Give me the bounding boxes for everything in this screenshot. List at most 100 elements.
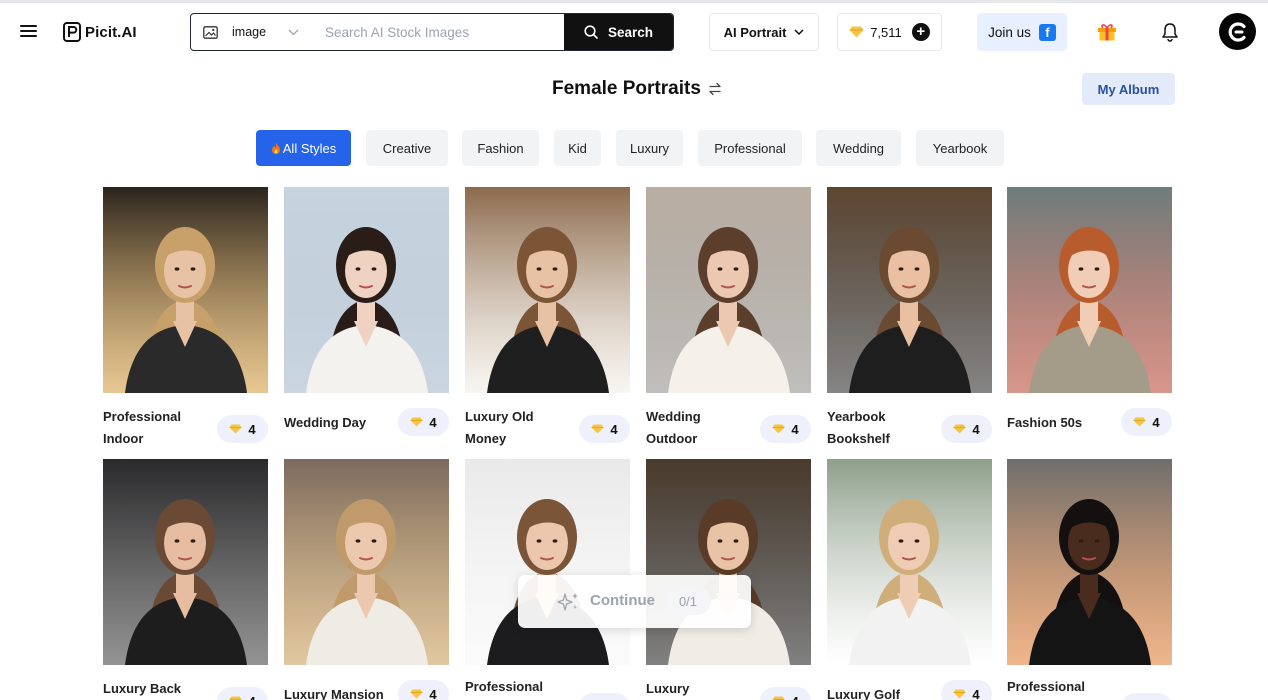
portrait-title[interactable]: Luxury Back Seat bbox=[103, 678, 203, 700]
cost-value: 4 bbox=[791, 694, 798, 700]
cost-badge[interactable]: 4 bbox=[579, 415, 630, 443]
search-bar: image Search bbox=[190, 13, 674, 51]
tab-yearbook[interactable]: Yearbook bbox=[916, 130, 1004, 166]
search-button[interactable]: Search bbox=[564, 14, 673, 50]
portrait-card[interactable]: Professional 4 bbox=[1007, 459, 1172, 700]
portrait-thumbnail[interactable] bbox=[827, 459, 992, 665]
portrait-thumbnail[interactable] bbox=[1007, 187, 1172, 393]
portrait-thumbnail[interactable] bbox=[827, 187, 992, 393]
cost-badge[interactable]: 4 bbox=[217, 687, 268, 700]
cost-value: 4 bbox=[610, 421, 618, 437]
portrait-thumbnail[interactable] bbox=[103, 459, 268, 665]
portrait-card[interactable]: Luxury Back Seat 4 bbox=[103, 459, 268, 700]
cost-value: 4 bbox=[429, 686, 437, 700]
portrait-thumbnail[interactable] bbox=[646, 187, 811, 393]
add-credits-icon[interactable]: + bbox=[911, 23, 930, 41]
portrait-card[interactable]: Fashion 50s 4 bbox=[1007, 187, 1172, 436]
cost-badge[interactable]: 4 bbox=[1121, 693, 1172, 700]
search-input[interactable] bbox=[315, 14, 564, 50]
portrait-thumbnail[interactable] bbox=[465, 187, 630, 393]
cost-badge[interactable]: 4 bbox=[217, 415, 268, 443]
portrait-card[interactable]: Professional Indoor 4 bbox=[103, 187, 268, 446]
bell-icon[interactable] bbox=[1161, 22, 1179, 42]
diamond-icon bbox=[772, 424, 785, 434]
portrait-title[interactable]: Fashion 50s bbox=[1007, 412, 1107, 434]
portrait-title[interactable]: Luxury Golf bbox=[827, 684, 927, 700]
tab-professional[interactable]: Professional bbox=[698, 130, 802, 166]
tab-luxury[interactable]: Luxury bbox=[616, 130, 683, 166]
portrait-thumbnail[interactable] bbox=[1007, 459, 1172, 665]
join-us-button[interactable]: Join us f bbox=[977, 13, 1067, 51]
portrait-thumbnail[interactable] bbox=[465, 459, 630, 665]
portrait-card[interactable]: Luxury Golf 4 bbox=[827, 459, 992, 700]
image-icon bbox=[203, 25, 218, 39]
menu-icon[interactable] bbox=[20, 24, 37, 38]
portrait-card[interactable]: Luxury Shopping 4 bbox=[646, 459, 811, 700]
facebook-icon: f bbox=[1038, 23, 1056, 41]
cost-badge[interactable]: 4 bbox=[398, 680, 449, 700]
portrait-title[interactable]: Wedding Day bbox=[284, 412, 384, 434]
cost-badge[interactable]: 4 bbox=[1121, 408, 1172, 436]
search-type-select[interactable]: image bbox=[191, 14, 315, 50]
cost-badge[interactable]: 4 bbox=[398, 408, 449, 436]
credits-balance[interactable]: 7,511 + bbox=[837, 13, 942, 51]
chevron-down-icon bbox=[794, 29, 804, 35]
portrait-title[interactable]: Luxury Old Money bbox=[465, 406, 565, 449]
diamond-icon bbox=[953, 689, 966, 699]
diamond-icon bbox=[953, 424, 966, 434]
tab-fashion[interactable]: Fashion bbox=[462, 130, 539, 166]
portrait-card[interactable]: Luxury Mansion 4 bbox=[284, 459, 449, 700]
portrait-card[interactable]: Luxury Old Money 4 bbox=[465, 187, 630, 446]
tab-all-styles[interactable]: All Styles bbox=[256, 130, 351, 166]
style-tabs: All Styles Creative Fashion Kid Luxury P… bbox=[0, 130, 1268, 166]
portrait-title[interactable]: Professional bbox=[465, 676, 565, 698]
portrait-thumbnail[interactable] bbox=[284, 187, 449, 393]
cost-badge[interactable]: 4 bbox=[760, 415, 811, 443]
portrait-title[interactable]: Luxury Shopping bbox=[646, 678, 746, 700]
user-avatar[interactable] bbox=[1219, 13, 1256, 50]
portrait-card[interactable]: Professional 4 bbox=[465, 459, 630, 700]
top-navbar: Picit.AI image Search AI Portrait bbox=[0, 3, 1268, 63]
portrait-card[interactable]: Wedding Day 4 bbox=[284, 187, 449, 436]
cost-badge[interactable]: 4 bbox=[760, 687, 811, 700]
brand-name: Picit.AI bbox=[85, 23, 137, 41]
continue-button[interactable]: Continue 0/1 bbox=[518, 575, 751, 628]
portrait-thumbnail[interactable] bbox=[284, 459, 449, 665]
portrait-card[interactable]: Wedding Outdoor 4 bbox=[646, 187, 811, 446]
cost-badge[interactable]: 4 bbox=[941, 680, 992, 700]
diamond-icon bbox=[229, 696, 242, 700]
cost-value: 4 bbox=[972, 421, 980, 437]
continue-label: Continue bbox=[590, 592, 655, 609]
search-button-label: Search bbox=[607, 24, 654, 40]
sparkle-icon bbox=[557, 593, 578, 611]
tab-wedding[interactable]: Wedding bbox=[816, 130, 901, 166]
portrait-title[interactable]: Wedding Outdoor bbox=[646, 406, 746, 449]
continue-count: 0/1 bbox=[665, 587, 711, 615]
diamond-icon bbox=[1133, 417, 1146, 427]
cost-value: 4 bbox=[248, 694, 255, 700]
cost-value: 4 bbox=[1152, 414, 1160, 430]
diamond-icon bbox=[410, 689, 423, 699]
join-us-label: Join us bbox=[988, 24, 1031, 40]
tab-creative[interactable]: Creative bbox=[366, 130, 448, 166]
cost-badge[interactable]: 4 bbox=[941, 415, 992, 443]
portrait-thumbnail[interactable] bbox=[646, 459, 811, 665]
swap-icon[interactable] bbox=[708, 82, 722, 96]
gift-icon[interactable] bbox=[1097, 23, 1117, 41]
portrait-card[interactable]: Yearbook Bookshelf 4 bbox=[827, 187, 992, 446]
ai-portrait-dropdown[interactable]: AI Portrait bbox=[709, 13, 819, 51]
portrait-title[interactable]: Professional Indoor bbox=[103, 406, 203, 449]
page-title: Female Portraits bbox=[552, 78, 701, 99]
portrait-title[interactable]: Professional bbox=[1007, 676, 1107, 698]
portrait-thumbnail[interactable] bbox=[103, 187, 268, 393]
portrait-title[interactable]: Luxury Mansion bbox=[284, 684, 384, 700]
brand-logo[interactable]: Picit.AI bbox=[63, 21, 137, 43]
cost-value: 4 bbox=[248, 421, 256, 437]
portrait-title[interactable]: Yearbook Bookshelf bbox=[827, 406, 927, 449]
tab-kid[interactable]: Kid bbox=[554, 130, 601, 166]
cost-value: 4 bbox=[791, 421, 799, 437]
cost-badge[interactable]: 4 bbox=[579, 693, 630, 700]
my-album-button[interactable]: My Album bbox=[1082, 73, 1175, 105]
ai-portrait-label: AI Portrait bbox=[723, 24, 787, 40]
avatar-logo-icon bbox=[1228, 21, 1246, 42]
